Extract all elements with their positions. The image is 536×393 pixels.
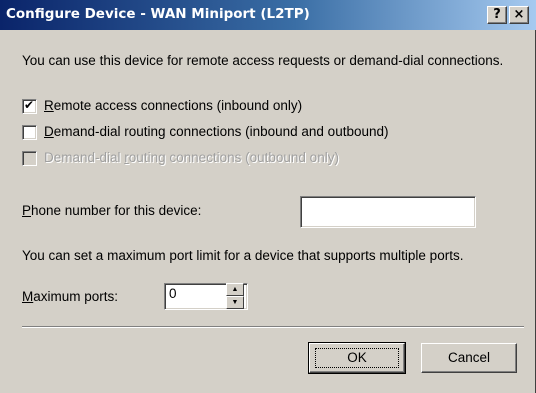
remote-access-checkbox[interactable]: ✔ <box>22 98 37 114</box>
title-bar[interactable]: Configure Device - WAN Miniport (L2TP) ?… <box>0 0 536 30</box>
intro-text: You can use this device for remote acces… <box>22 53 504 68</box>
configure-device-dialog: Configure Device - WAN Miniport (L2TP) ?… <box>0 0 536 393</box>
demand-dial-out-checkbox <box>22 151 37 166</box>
close-button[interactable]: × <box>509 6 529 24</box>
demand-dial-inout-checkbox[interactable] <box>22 125 37 140</box>
focus-rectangle <box>315 348 399 368</box>
help-button[interactable]: ? <box>487 6 507 24</box>
spin-down-icon[interactable]: ▼ <box>226 296 244 309</box>
phone-number-label: Phone number for this device: <box>22 203 202 218</box>
demand-dial-inout-label: Demand-dial routing connections (inbound… <box>44 124 389 139</box>
ok-button[interactable]: OK <box>308 342 406 374</box>
spin-up-icon[interactable]: ▲ <box>226 283 244 296</box>
cancel-button[interactable]: Cancel <box>421 343 517 373</box>
maximum-ports-value: 0 <box>169 286 177 301</box>
checkmark-icon: ✔ <box>24 98 35 112</box>
separator <box>22 326 524 328</box>
window-title: Configure Device - WAN Miniport (L2TP) <box>6 6 310 22</box>
demand-dial-out-label: Demand-dial routing connections (outboun… <box>44 150 339 165</box>
remote-access-label: Remote access connections (inbound only) <box>44 98 303 113</box>
phone-number-input[interactable] <box>300 196 476 228</box>
maximum-ports-label: Maximum ports: <box>22 289 119 304</box>
ports-note-text: You can set a maximum port limit for a d… <box>22 248 464 263</box>
maximum-ports-spinner[interactable]: ▲ ▼ <box>226 283 246 310</box>
